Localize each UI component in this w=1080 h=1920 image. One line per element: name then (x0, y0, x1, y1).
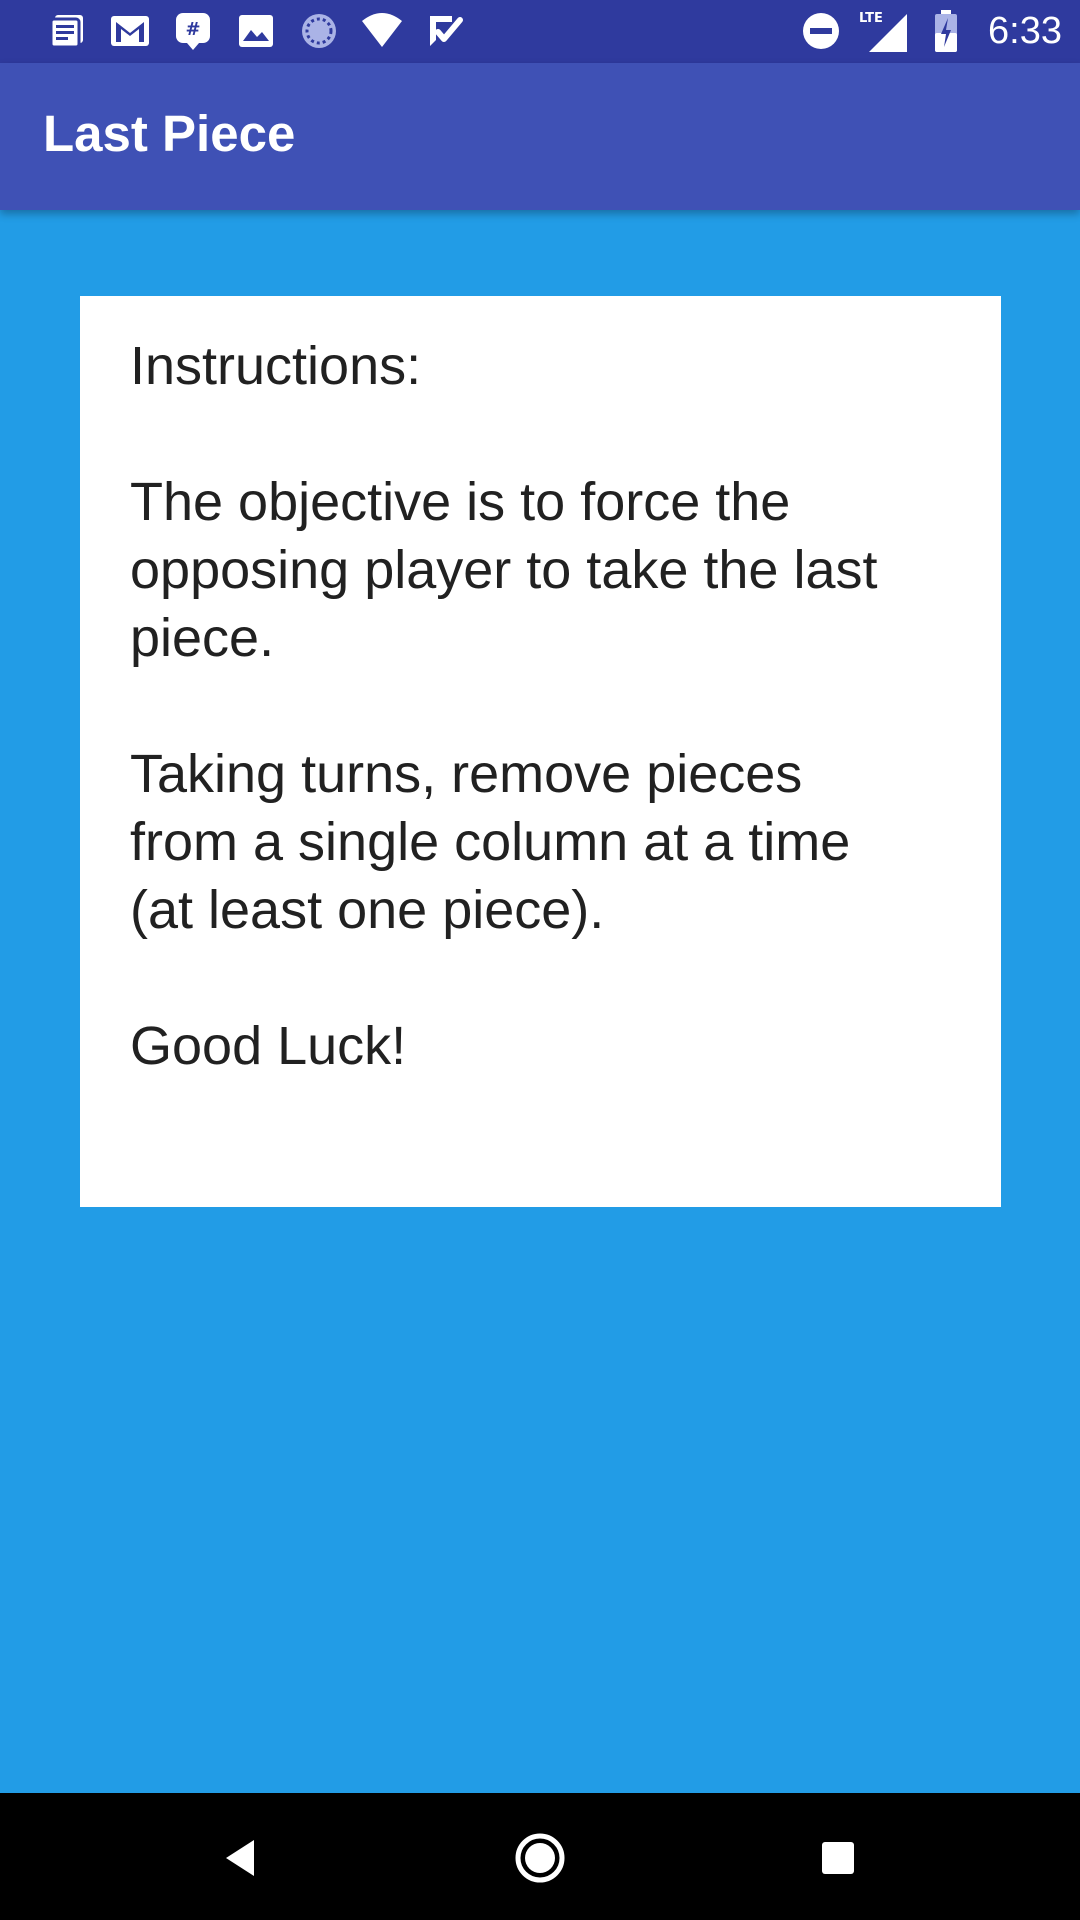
chat-icon: # (170, 9, 215, 54)
battery-charging-icon (923, 9, 968, 54)
status-clock: 6:33 (988, 9, 1062, 52)
checklist-icon (422, 9, 467, 54)
svg-text:#: # (185, 19, 200, 40)
network-type-label: LTE (859, 11, 883, 26)
recents-button[interactable] (803, 1823, 873, 1893)
home-icon (515, 1833, 565, 1883)
system-icons: LTE 6:33 (798, 8, 1062, 54)
instructions-text: Instructions: The objective is to force … (130, 336, 878, 1076)
instructions-card: Instructions: The objective is to force … (80, 296, 1001, 1207)
wifi-icon (359, 9, 404, 54)
image-icon (233, 9, 278, 54)
signal-icon: LTE (857, 9, 909, 54)
notification-icons: # (44, 8, 467, 54)
app-title: Last Piece (43, 105, 296, 162)
back-icon (226, 1840, 254, 1876)
home-button[interactable] (505, 1823, 575, 1893)
news-icon (44, 9, 89, 54)
navigation-bar (0, 1793, 1080, 1920)
do-not-disturb-icon (798, 9, 843, 54)
recents-icon (822, 1842, 854, 1874)
status-bar: # LTE 6:33 (0, 0, 1080, 63)
screen: # LTE 6:33 Last Piece Instructions: The … (0, 0, 1080, 1920)
gmail-icon (107, 9, 152, 54)
sync-icon (296, 9, 341, 54)
app-bar: Last Piece (0, 63, 1080, 210)
back-button[interactable] (205, 1823, 275, 1893)
